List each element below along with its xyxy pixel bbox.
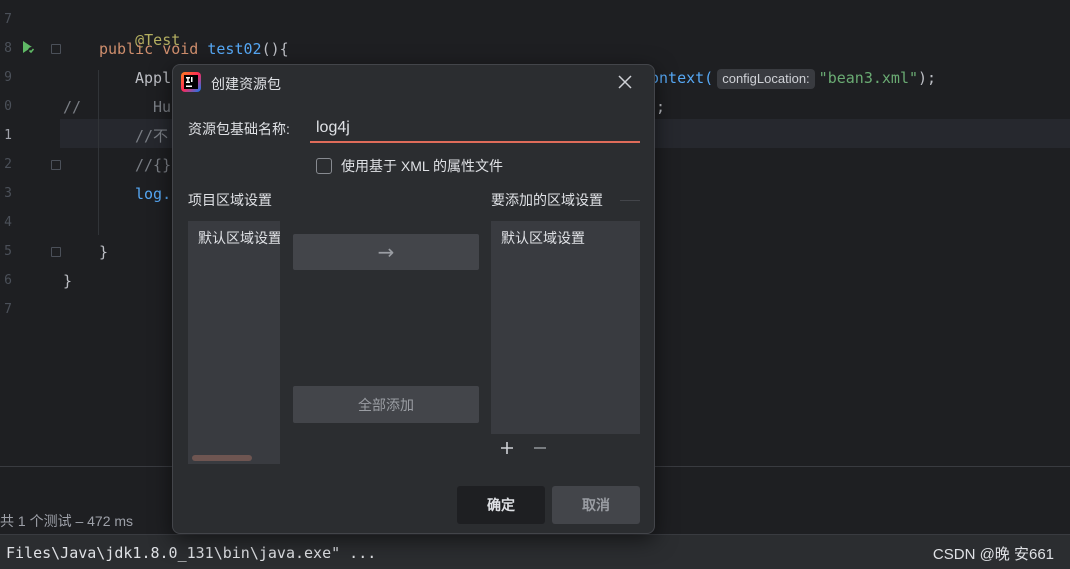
code-text: ); <box>918 69 937 87</box>
code-keyword: void <box>162 40 199 58</box>
use-xml-checkbox-row[interactable]: 使用基于 XML 的属性文件 <box>316 156 503 176</box>
parameter-hint: configLocation: <box>717 69 815 89</box>
section-divider <box>620 200 640 201</box>
line-number: 6 <box>4 273 12 288</box>
line-number: 5 <box>4 244 12 259</box>
move-right-button[interactable]: → <box>293 234 479 270</box>
fold-marker-icon[interactable] <box>51 247 61 257</box>
dialog-titlebar[interactable]: 创建资源包 <box>173 65 654 99</box>
code-comment: //{} <box>135 156 172 174</box>
add-icon[interactable] <box>498 439 516 457</box>
code-text: } <box>63 272 73 290</box>
code-text: ; <box>656 98 666 116</box>
fold-marker-icon[interactable] <box>51 44 61 54</box>
console-output[interactable]: Files\Java\jdk1.8.0_131\bin\java.exe" ..… <box>0 534 1070 569</box>
create-resource-bundle-dialog: 创建资源包 资源包基础名称: 使用基于 XML 的属性文件 项目区域设置 要添加… <box>172 64 655 534</box>
base-name-input[interactable] <box>310 114 640 143</box>
code-string: "bean3.xml" <box>818 69 919 87</box>
code-comment: //不 <box>135 127 169 145</box>
locales-to-add-label: 要添加的区域设置 <box>491 192 603 208</box>
watermark-text: CSDN @晚 安661 <box>932 546 1054 563</box>
line-number: 2 <box>4 157 12 172</box>
code-method-name: test02 <box>207 40 262 58</box>
code-line: Hu <box>153 97 171 126</box>
project-locales-list[interactable]: 默认区域设置 <box>188 221 280 464</box>
ok-button[interactable]: 确定 <box>457 486 545 524</box>
code-text: Appl <box>135 69 172 87</box>
code-line: //不 <box>135 126 168 155</box>
code-text: } <box>99 243 109 261</box>
line-number: 9 <box>4 70 12 85</box>
code-line: @Test <box>99 10 180 49</box>
use-xml-checkbox-label: 使用基于 XML 的属性文件 <box>341 158 504 174</box>
code-line: //{} <box>135 155 171 184</box>
line-number: 3 <box>4 186 12 201</box>
fold-marker-icon[interactable] <box>51 160 61 170</box>
project-locales-label: 项目区域设置 <box>188 192 272 208</box>
code-line: Appl <box>135 68 171 97</box>
code-line: } <box>99 242 108 271</box>
code-text: (){ <box>261 40 289 58</box>
code-line: log. <box>135 184 171 213</box>
indent-guide <box>98 70 99 235</box>
code-line: ; <box>656 97 665 126</box>
code-line: ontext(configLocation: "bean3.xml"); <box>650 68 936 97</box>
line-number: 4 <box>4 215 12 230</box>
intellij-logo-icon <box>181 72 201 92</box>
console-command-text: Files\Java\jdk1.8.0_131\bin\java.exe" ..… <box>6 544 377 562</box>
use-xml-checkbox[interactable] <box>316 158 332 174</box>
code-keyword: public <box>99 40 154 58</box>
code-comment: // <box>63 98 82 116</box>
remove-icon[interactable] <box>531 439 549 457</box>
cancel-button[interactable]: 取消 <box>552 486 640 524</box>
line-number: 8 <box>4 41 12 56</box>
editor-gutter: 7 8 9 0 1 2 3 4 5 6 7 <box>0 0 61 466</box>
list-item[interactable]: 默认区域设置 <box>501 228 585 248</box>
horizontal-scrollbar[interactable] <box>192 455 252 461</box>
add-all-button[interactable]: 全部添加 <box>293 386 479 423</box>
line-number: 1 <box>4 128 12 143</box>
line-number: 7 <box>4 302 12 317</box>
code-line: // <box>63 97 81 126</box>
dialog-title: 创建资源包 <box>211 76 281 92</box>
locales-to-add-list[interactable]: 默认区域设置 <box>491 221 640 434</box>
line-number: 7 <box>4 12 12 27</box>
line-number: 0 <box>4 99 12 114</box>
code-text: ontext( <box>650 69 714 87</box>
code-text: log. <box>135 185 172 203</box>
code-comment: Hu <box>153 98 172 116</box>
code-line: } <box>63 271 72 300</box>
close-icon[interactable] <box>616 73 634 91</box>
base-name-label: 资源包基础名称: <box>188 121 290 137</box>
arrow-right-icon: → <box>377 240 395 264</box>
run-test-icon[interactable] <box>20 39 36 55</box>
list-item[interactable]: 默认区域设置 <box>198 228 280 248</box>
test-status-text: 共 1 个测试 – 472 ms <box>0 513 134 529</box>
